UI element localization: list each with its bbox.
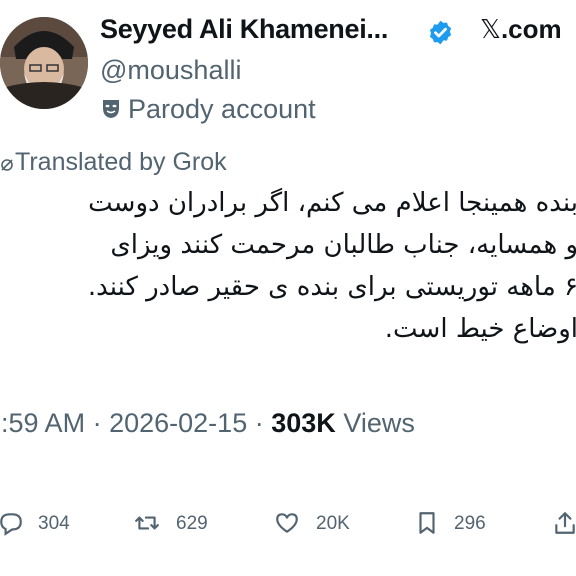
display-name[interactable]: Seyyed Ali Khamenei... bbox=[100, 14, 388, 45]
site-label: 𝕏.com bbox=[480, 14, 562, 45]
tweet-time[interactable]: 3:59 AM bbox=[0, 408, 85, 438]
site-domain: .com bbox=[500, 14, 562, 44]
tweet-text-line: بنده همینجا اعلام می کنم، اگر برادران دو… bbox=[88, 188, 576, 218]
reply-icon bbox=[0, 513, 22, 536]
repost-count: 629 bbox=[176, 513, 208, 534]
reply-count: 304 bbox=[38, 513, 70, 534]
views-count: 303K bbox=[271, 408, 336, 438]
like-icon bbox=[276, 513, 298, 533]
meta-separator: · bbox=[92, 408, 102, 438]
tweet-text-line: ۶ ماهه توریستی برای بنده ی حقیر صادر کنن… bbox=[87, 272, 576, 302]
grok-icon bbox=[1, 159, 13, 171]
views-label: Views bbox=[343, 408, 415, 438]
verified-badge-icon bbox=[429, 20, 452, 45]
translated-by-label[interactable]: Translated by Grok bbox=[15, 148, 227, 177]
tweet-date[interactable]: 2026-02-15 bbox=[109, 408, 247, 438]
parody-label: Parody account bbox=[128, 94, 316, 124]
meta-separator: · bbox=[254, 408, 264, 438]
tweet-text-line: و همسایه، جناب طالبان مرحمت کنند ویزای bbox=[110, 230, 576, 260]
bookmark-count: 296 bbox=[454, 513, 486, 534]
tweet-meta: 3:59 AM · 2026-02-15 · 303K Views bbox=[0, 408, 415, 439]
avatar[interactable] bbox=[0, 17, 88, 109]
user-handle[interactable]: @moushalli bbox=[100, 55, 241, 86]
repost-icon bbox=[135, 516, 159, 530]
tweet-text-line: اوضاع خیط است. bbox=[384, 314, 576, 344]
bookmark-icon bbox=[419, 512, 435, 534]
avatar-image bbox=[0, 17, 88, 109]
like-count: 20K bbox=[316, 513, 350, 534]
share-icon bbox=[555, 512, 575, 534]
action-bar: 304 629 20K 296 bbox=[0, 510, 576, 540]
parody-mask-icon bbox=[103, 100, 119, 118]
x-logo-icon: 𝕏 bbox=[480, 15, 501, 45]
